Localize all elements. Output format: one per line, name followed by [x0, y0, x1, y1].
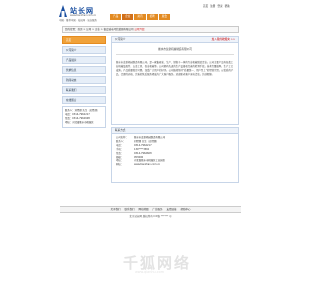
- sidebar-item-profile[interactable]: 公司简介: [62, 46, 106, 54]
- nav-item-news[interactable]: 资讯: [134, 14, 146, 20]
- logo-icon: [59, 5, 67, 17]
- sidebar-item-news[interactable]: 新闻动态: [62, 76, 106, 84]
- logo-slogan: 中国 · 推荐中国 · 站长网 · 站长服务: [59, 19, 97, 22]
- sidebar-item-products[interactable]: 产品展示: [62, 56, 106, 64]
- footer-copyright: 北京站长网 版权所有 ICP备 ****** 号: [129, 215, 172, 218]
- company-intro-panel: 公司简介 加入我的收藏夹 >> 衡水市龙新机械制造有限公司 衡水市龙新机械制造有…: [111, 36, 239, 125]
- contact-row-key: 网址：: [116, 163, 124, 167]
- contact-row: 网址： www.tianzhan.com.cn: [116, 163, 234, 167]
- contact-info-panel: 联系方式 公司名称： 衡水市龙新机械制造有限公司 联系人： 刘经理 先生（总经理） …: [111, 127, 239, 183]
- top-link-register[interactable]: 注册: [210, 4, 215, 8]
- footer-link-contact[interactable]: 联系我们: [124, 207, 134, 212]
- sidebar-item-contact[interactable]: 联系我们: [62, 86, 106, 94]
- breadcrumb: 您的位置：首页 > 公司 > 企业 > 省会城市河北莆田有限公司 公司介绍: [62, 26, 239, 33]
- nav-item-expos[interactable]: 展会: [158, 14, 170, 20]
- sidebar-contact-address: 地址：河北省衡水市桃城区: [65, 121, 94, 124]
- sidebar-contact-box: 联系人：刘经理 先生（总经理） 电话：0314-7962217 传真：0314-…: [62, 106, 106, 128]
- sidebar-item-message[interactable]: 在线留言: [62, 96, 106, 104]
- add-favorite-link[interactable]: 加入我的收藏夹 >>: [212, 37, 235, 43]
- logo-url: www.tianzhan.com.cn: [70, 14, 97, 17]
- nav-item-companies[interactable]: 企业: [122, 14, 134, 20]
- nav-item-products[interactable]: 产品: [110, 14, 122, 20]
- main-nav: 产品 企业 资讯 招聘 展会: [110, 14, 170, 20]
- top-link-home[interactable]: 首页: [203, 4, 208, 8]
- breadcrumb-path[interactable]: 您的位置：首页 > 公司 > 企业 > 省会城市河北莆田有限公司: [65, 28, 134, 31]
- intro-header-label: 公司简介: [115, 38, 126, 41]
- sidebar-item-supply[interactable]: 供求信息: [62, 66, 106, 74]
- company-name: 衡水市龙新机械制造有限公司: [158, 48, 192, 51]
- footer-links: 关于我们 联系我们 网站地图 广告服务 友情链接 帮助中心: [60, 206, 241, 213]
- breadcrumb-current: 公司介绍: [134, 28, 145, 31]
- footer-link-help[interactable]: 帮助中心: [181, 207, 191, 212]
- divider: [116, 54, 234, 55]
- footer-link-about[interactable]: 关于我们: [110, 207, 120, 212]
- sidebar: 首页 公司简介 产品展示 供求信息 新闻动态 联系我们 在线留言 联系人：刘经理…: [62, 36, 106, 128]
- footer-link-friends[interactable]: 友情链接: [167, 207, 177, 212]
- intro-header: 公司简介 加入我的收藏夹 >>: [111, 36, 239, 43]
- top-links: 首页 注册 登录 帮助: [203, 4, 230, 8]
- contact-info-rows: 公司名称： 衡水市龙新机械制造有限公司 联系人： 刘经理 先生（总经理） 电话： 03…: [112, 134, 238, 169]
- watermark-url: www.qianhu.com: [135, 270, 165, 274]
- footer-link-sitemap[interactable]: 网站地图: [138, 207, 148, 212]
- intro-body: 衡水市龙新机械制造有限公司 衡水市龙新机械制造有限公司，是一家集研发、生产、销售…: [111, 43, 239, 125]
- watermark: 千狐网络 www.qianhu.com: [83, 252, 217, 280]
- nav-item-jobs[interactable]: 招聘: [146, 14, 158, 20]
- footer-link-ads[interactable]: 广告服务: [153, 207, 163, 212]
- top-link-help[interactable]: 帮助: [225, 4, 230, 8]
- top-bar: 站长网 www.tianzhan.com.cn 中国 · 推荐中国 · 站长网 …: [0, 0, 300, 26]
- sidebar-item-home[interactable]: 首页: [62, 36, 106, 44]
- top-link-login[interactable]: 登录: [217, 4, 222, 8]
- company-description: 衡水市龙新机械制造有限公司，是一家集研发、生产、销售于一体的专业机械制造企业。公…: [116, 60, 234, 77]
- contact-row-value[interactable]: www.tianzhan.com.cn: [134, 163, 160, 167]
